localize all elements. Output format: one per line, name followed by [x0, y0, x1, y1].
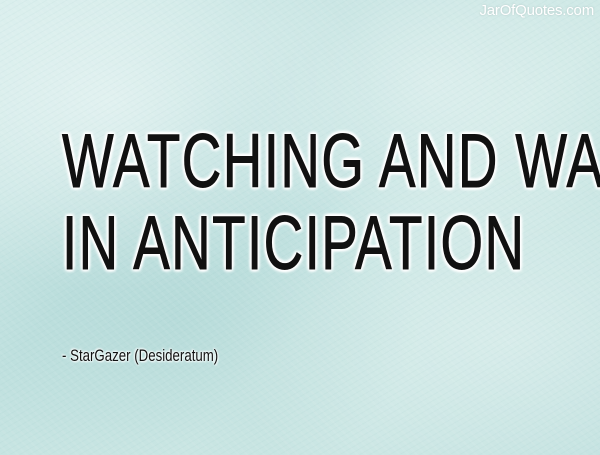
quote-image: JarOfQuotes.com WATCHING AND WAITING IN … — [0, 0, 600, 455]
quote-line-1: WATCHING AND WAITING — [62, 119, 600, 205]
quote-line-2: IN ANTICIPATION — [62, 201, 526, 287]
quote-attribution: - StarGazer (Desideratum) — [62, 346, 219, 365]
site-watermark: JarOfQuotes.com — [479, 2, 594, 19]
